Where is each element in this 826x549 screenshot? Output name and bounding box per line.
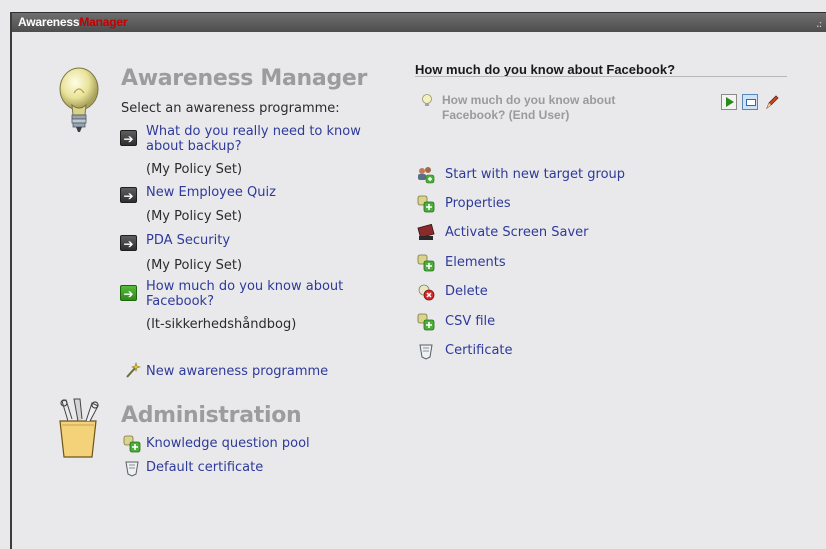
header-divider [415,76,787,77]
selected-programme-header: How much do you know about Facebook? [415,62,676,77]
add-item-icon [123,435,141,453]
certificate-icon [125,461,139,477]
programme-link[interactable]: What do you really need to know about ba… [146,124,376,154]
programme-link[interactable]: New Employee Quiz [146,185,376,200]
programme-policy: (My Policy Set) [146,258,243,273]
programme-policy: (It-sikkerhedshåndbog) [146,317,297,332]
properties-icon [417,195,435,213]
screen-saver-icon [417,224,435,240]
delete-link[interactable]: Delete [445,284,488,299]
programme-policy: (My Policy Set) [146,162,243,177]
default-certificate-link[interactable]: Default certificate [146,460,263,475]
pencil-icon[interactable] [765,94,779,110]
certificate-link[interactable]: Certificate [445,343,513,358]
brand-part2: Manager [79,15,128,29]
brand-part1: Awareness [18,15,80,29]
arrow-right-icon: ➔ [120,235,137,251]
programme-policy: (My Policy Set) [146,209,243,224]
awareness-manager-title: Awareness Manager [121,66,368,91]
arrow-right-icon: ➔ [120,187,137,203]
play-icon[interactable] [721,94,737,110]
app-window: AwarenessManager .: Awareness Manager Se… [0,0,826,549]
activate-screen-saver-link[interactable]: Activate Screen Saver [445,225,589,240]
toolbox-icon [59,398,99,458]
programme-link[interactable]: PDA Security [146,233,376,248]
elements-link[interactable]: Elements [445,255,506,270]
selected-item-label[interactable]: How much do you know about Facebook? (En… [442,93,672,123]
send-mail-icon[interactable] [742,94,758,110]
csv-file-link[interactable]: CSV file [445,314,495,329]
elements-icon [417,254,435,272]
csv-icon [417,313,435,331]
app-brand: AwarenessManager [18,15,128,29]
corner-mark: .: [816,19,823,29]
lightbulb-icon [59,67,99,132]
lightbulb-small-icon [422,94,432,106]
new-programme-link[interactable]: New awareness programme [146,364,328,379]
wand-icon [126,362,141,378]
select-programme-label: Select an awareness programme: [121,101,340,116]
knowledge-pool-link[interactable]: Knowledge question pool [146,436,310,451]
programme-link[interactable]: How much do you know about Facebook? [146,279,376,309]
administration-title: Administration [121,403,302,428]
properties-link[interactable]: Properties [445,196,511,211]
title-bar: AwarenessManager .: [12,12,826,32]
main-content: Awareness Manager Select an awareness pr… [12,32,826,549]
certificate-icon [419,344,433,360]
target-group-icon [418,167,435,184]
arrow-right-icon: ➔ [120,130,137,146]
delete-icon [418,284,435,301]
start-target-group-link[interactable]: Start with new target group [445,167,625,182]
arrow-right-active-icon: ➔ [120,285,137,301]
